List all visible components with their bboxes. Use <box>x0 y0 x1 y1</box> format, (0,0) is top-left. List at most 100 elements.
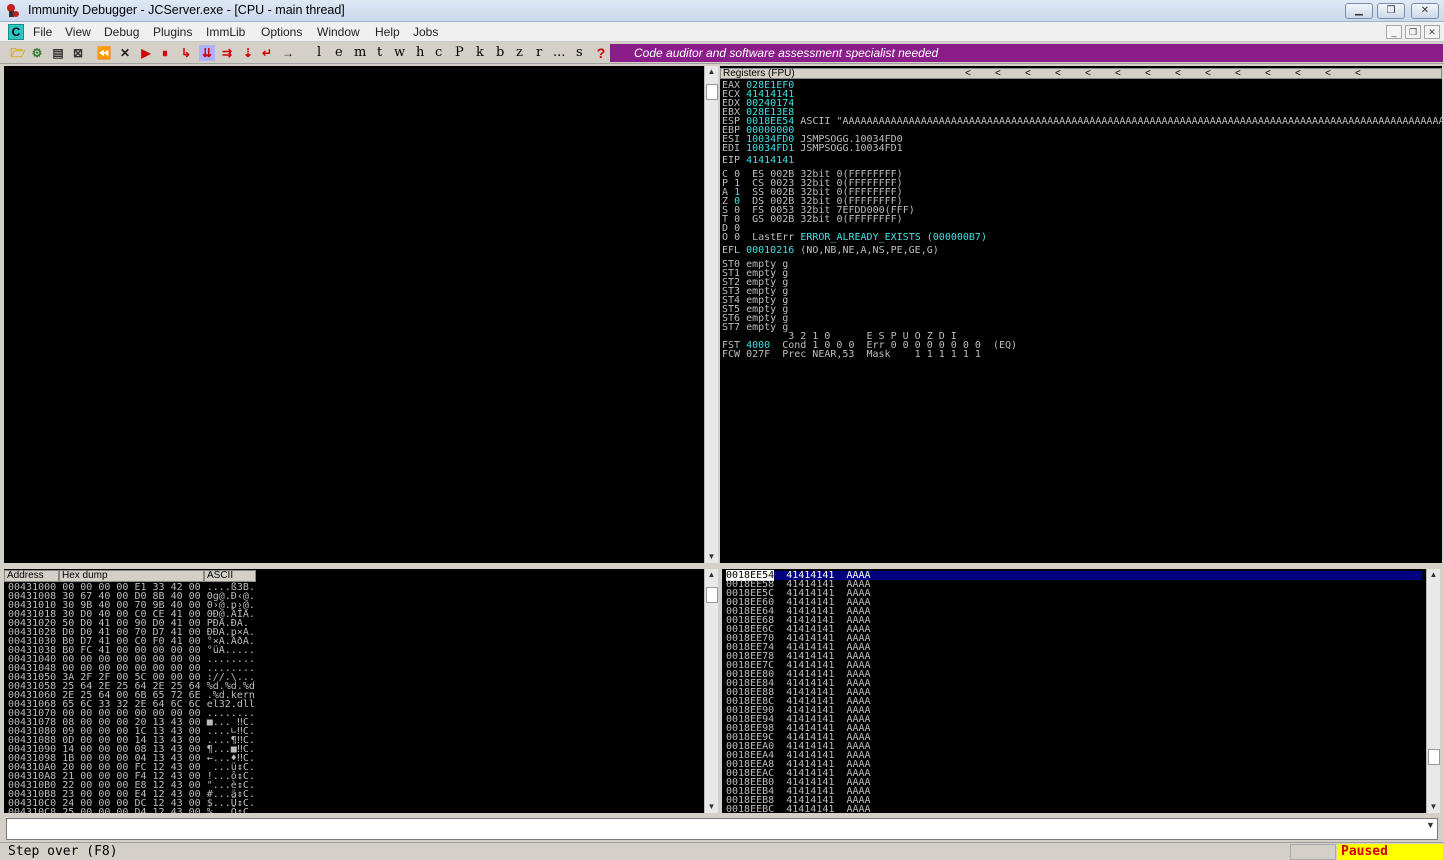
stack-row[interactable]: 0018EEBC 41414141 AAAA <box>726 804 1422 814</box>
scroll-up-icon[interactable]: ▲ <box>1427 569 1440 581</box>
efl-name: EFL <box>722 245 741 256</box>
register-esp[interactable]: ESP 0018EE54 ASCII "AAAAAAAAAAAAAAAAAAAA… <box>722 116 1442 127</box>
dump-hex: 25 00 00 00 D4 12 43 00 <box>62 807 201 814</box>
menu-plugins[interactable]: Plugins <box>153 25 192 39</box>
scroll-up-icon[interactable]: ▲ <box>705 66 718 78</box>
toolbar-references-button[interactable]: z <box>516 45 523 60</box>
close-button[interactable]: ✕ <box>1411 3 1439 19</box>
dump-row[interactable]: 004310C8 25 00 00 00 D4 12 43 00 %...Ô↕C… <box>8 807 255 814</box>
menu-jobs[interactable]: Jobs <box>413 25 438 39</box>
eip-register[interactable]: EIP 41414141 <box>722 155 794 166</box>
toolbar-cpu-button[interactable]: c <box>435 45 442 60</box>
command-input[interactable] <box>6 818 1438 840</box>
lasterr-value: ERROR_ALREADY_EXISTS (000000B7) <box>800 232 987 243</box>
lasterr-line[interactable]: O 0 LastErr ERROR_ALREADY_EXISTS (000000… <box>722 232 987 243</box>
toolbar-windows-button[interactable]: w <box>394 45 405 60</box>
stack-value: 41414141 <box>786 804 835 814</box>
stack-pane[interactable]: 0018EE54 41414141 AAAA 0018EE58 41414141 … <box>722 569 1426 813</box>
terminate-icon[interactable]: ✕ <box>117 45 133 61</box>
eip-name: EIP <box>722 155 741 166</box>
scroll-down-icon[interactable]: ▼ <box>705 801 718 813</box>
menu-immlib[interactable]: ImmLib <box>206 25 245 39</box>
register-edx[interactable]: EDX 00240174 <box>722 99 1442 109</box>
pause-icon[interactable]: ⏸ <box>157 45 173 61</box>
scroll-thumb[interactable] <box>1428 749 1440 765</box>
toolbar-executable-modules-button[interactable]: e <box>335 45 343 60</box>
cpu-window-icon[interactable]: C <box>8 24 24 40</box>
toolbar-threads-button[interactable]: t <box>377 45 382 60</box>
disassembly-scrollbar[interactable]: ▲ ▼ <box>704 66 718 563</box>
status-paused-badge: Paused <box>1337 844 1443 860</box>
mdi-minimize-button[interactable]: _ <box>1386 25 1402 39</box>
stack-rows: 0018EE54 41414141 AAAA 0018EE58 41414141 … <box>726 570 1422 814</box>
register-note: ASCII "AAAAAAAAAAAAAAAAAAAAAAAAAAAAAAAAA… <box>800 116 1442 127</box>
stack-address: 0018EEBC <box>726 804 775 814</box>
menu-help[interactable]: Help <box>375 25 400 39</box>
scroll-down-icon[interactable]: ▼ <box>1427 801 1440 813</box>
toolbar-handles-button[interactable]: h <box>416 45 424 60</box>
toolbar-source-button[interactable]: s <box>576 45 583 60</box>
toolbar-run-trace-button[interactable]: r <box>536 45 542 60</box>
status-text: Step over (F8) <box>8 844 118 859</box>
toolbar-log-button[interactable]: l <box>317 45 321 60</box>
toolbar-breakpoints-button[interactable]: b <box>496 45 504 60</box>
register-eax[interactable]: EAX 028E1EF0 <box>722 81 1442 91</box>
register-value: 10034FD1 <box>746 143 795 154</box>
registers-header[interactable]: Registers (FPU) < < < < < < < < < < < < < < <box>720 68 1442 79</box>
close-process-icon[interactable]: ▤ <box>50 45 66 61</box>
scroll-thumb[interactable] <box>706 84 718 100</box>
fcw-line[interactable]: FCW 027F Prec NEAR,53 Mask 1 1 1 1 1 1 <box>722 350 981 360</box>
menu-window[interactable]: Window <box>317 25 360 39</box>
menu-file[interactable]: File <box>33 25 52 39</box>
dump-scrollbar[interactable]: ▲ ▼ <box>704 569 718 813</box>
layout-icon[interactable]: ⊠ <box>70 45 86 61</box>
help-icon[interactable]: ? <box>593 45 609 61</box>
lasterr-flag-value: 0 <box>734 232 741 243</box>
execute-till-return-icon[interactable]: ↵ <box>259 45 275 61</box>
run-icon[interactable]: ▶ <box>138 45 154 61</box>
register-edi[interactable]: EDI 10034FD1 JSMPSOGG.10034FD1 <box>722 143 1442 154</box>
general-registers: EAX 028E1EF0 ECX 41414141 EDX 00240174 E… <box>722 81 1442 154</box>
status-cell <box>1290 844 1336 860</box>
open-file-icon[interactable]: 🗁 <box>10 45 26 61</box>
trace-into-icon[interactable]: ⇉ <box>219 45 235 61</box>
mdi-restore-button[interactable]: ❐ <box>1405 25 1421 39</box>
toolbar-memory-button[interactable]: m <box>354 45 366 60</box>
stack-scrollbar[interactable]: ▲ ▼ <box>1426 569 1440 813</box>
register-ecx[interactable]: ECX 41414141 <box>722 90 1442 100</box>
menu-options[interactable]: Options <box>261 25 302 39</box>
dump-pane[interactable]: Address Hex dump ASCII 00431000 00 00 00… <box>4 569 704 813</box>
registers-pane[interactable]: Registers (FPU) < < < < < < < < < < < < < < EAX 028E1… <box>720 66 1442 563</box>
command-bar: ▼ <box>0 816 1444 842</box>
menu-bar: C File View Debug Plugins ImmLib Options… <box>0 22 1444 42</box>
ad-banner[interactable]: Code auditor and software assessment spe… <box>610 44 1443 62</box>
dump-header-hex[interactable]: Hex dump <box>59 570 204 582</box>
dump-header-address[interactable]: Address <box>4 570 59 582</box>
scroll-up-icon[interactable]: ▲ <box>705 569 718 581</box>
step-into-icon[interactable]: ↳ <box>178 45 194 61</box>
go-to-icon[interactable]: → <box>280 45 296 61</box>
toolbar-call-stack-button[interactable]: k <box>476 45 484 60</box>
fpu-registers: ST0 empty g ST1 empty g ST2 empty g ST3 emp… <box>722 260 788 333</box>
minimize-button[interactable]: ▁ <box>1345 3 1373 19</box>
mdi-close-button[interactable]: ✕ <box>1424 25 1440 39</box>
toolbar-more-button[interactable]: ... <box>553 45 565 60</box>
menu-debug[interactable]: Debug <box>104 25 139 39</box>
trace-over-icon[interactable]: ⇣ <box>240 45 256 61</box>
maximize-button[interactable]: ❐ <box>1377 3 1405 19</box>
restart-icon[interactable]: ⏪ <box>96 45 112 61</box>
step-over-icon[interactable]: ⇊ <box>199 45 215 61</box>
disassembly-pane[interactable] <box>4 66 704 563</box>
title-bar: Immunity Debugger - JCServer.exe - [CPU … <box>0 0 1444 22</box>
toolbar-patches-button[interactable]: P <box>455 45 464 60</box>
dump-header-ascii[interactable]: ASCII <box>204 570 256 582</box>
efl-line[interactable]: EFL 00010216 (NO,NB,NE,A,NS,PE,GE,G) <box>722 245 939 256</box>
segment-value: 002B <box>770 214 795 225</box>
command-dropdown-icon[interactable]: ▼ <box>1426 820 1435 830</box>
menu-view[interactable]: View <box>65 25 91 39</box>
stack-comment: AAAA <box>846 804 871 814</box>
scroll-down-icon[interactable]: ▼ <box>705 551 718 563</box>
dump-rows: 00431000 00 00 00 00 E1 33 42 00 ....ß3B… <box>8 583 255 814</box>
scroll-thumb[interactable] <box>706 587 718 603</box>
attach-icon[interactable]: ⚙ <box>29 45 45 61</box>
